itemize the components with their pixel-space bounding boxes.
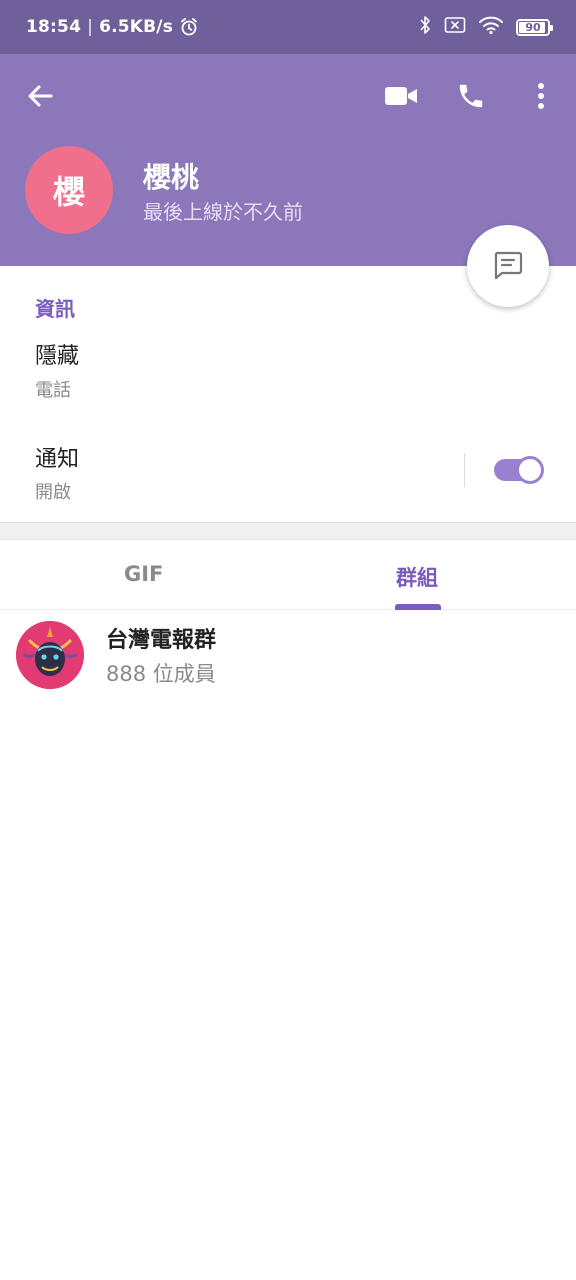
last-seen-status: 最後上線於不久前 <box>143 200 303 224</box>
status-bar: 18:54 | 6.5KB/s 90 <box>0 0 576 54</box>
message-icon <box>494 251 523 280</box>
back-arrow-icon <box>28 85 53 107</box>
media-tabs: GIF 群組 <box>0 540 576 610</box>
status-net-speed: 6.5KB/s <box>99 17 174 37</box>
group-name: 台灣電報群 <box>106 628 217 653</box>
contact-avatar[interactable]: 櫻 <box>25 146 113 234</box>
tab-groups[interactable]: 群組 <box>396 562 438 592</box>
status-time: 18:54 <box>26 17 82 37</box>
alarm-icon <box>179 17 199 37</box>
avatar-initial: 櫻 <box>52 173 85 211</box>
notifications-value: 開啟 <box>35 482 71 503</box>
battery-icon: 90 <box>516 18 553 36</box>
status-separator: | <box>87 17 94 37</box>
status-left: 18:54 | 6.5KB/s <box>26 17 199 37</box>
group-avatar <box>16 621 84 689</box>
active-tab-indicator <box>395 604 441 610</box>
battery-level: 90 <box>525 20 541 34</box>
toggle-divider <box>464 453 465 487</box>
phone-icon <box>459 84 483 108</box>
voice-call-button[interactable] <box>452 76 490 116</box>
no-sim-icon <box>444 16 466 38</box>
status-right: 90 <box>418 15 553 39</box>
video-camera-icon <box>385 87 417 105</box>
phone-value: 隱藏 <box>35 344 80 369</box>
list-item[interactable]: 台灣電報群 888 位成員 <box>0 612 576 698</box>
notifications-label: 通知 <box>35 447 80 472</box>
section-divider <box>0 522 576 540</box>
tab-gif[interactable]: GIF <box>124 562 163 586</box>
info-section-title: 資訊 <box>35 297 75 321</box>
more-vertical-icon <box>538 83 544 109</box>
notifications-toggle[interactable] <box>494 456 544 484</box>
back-button[interactable] <box>22 78 58 114</box>
bluetooth-icon <box>418 15 432 39</box>
more-options-button[interactable] <box>524 76 558 116</box>
group-member-count: 888 位成員 <box>106 662 216 686</box>
phone-label: 電話 <box>35 380 71 401</box>
video-call-button[interactable] <box>382 78 420 114</box>
send-message-button[interactable] <box>467 225 549 307</box>
wifi-icon <box>478 15 504 39</box>
contact-name: 櫻桃 <box>143 161 200 194</box>
